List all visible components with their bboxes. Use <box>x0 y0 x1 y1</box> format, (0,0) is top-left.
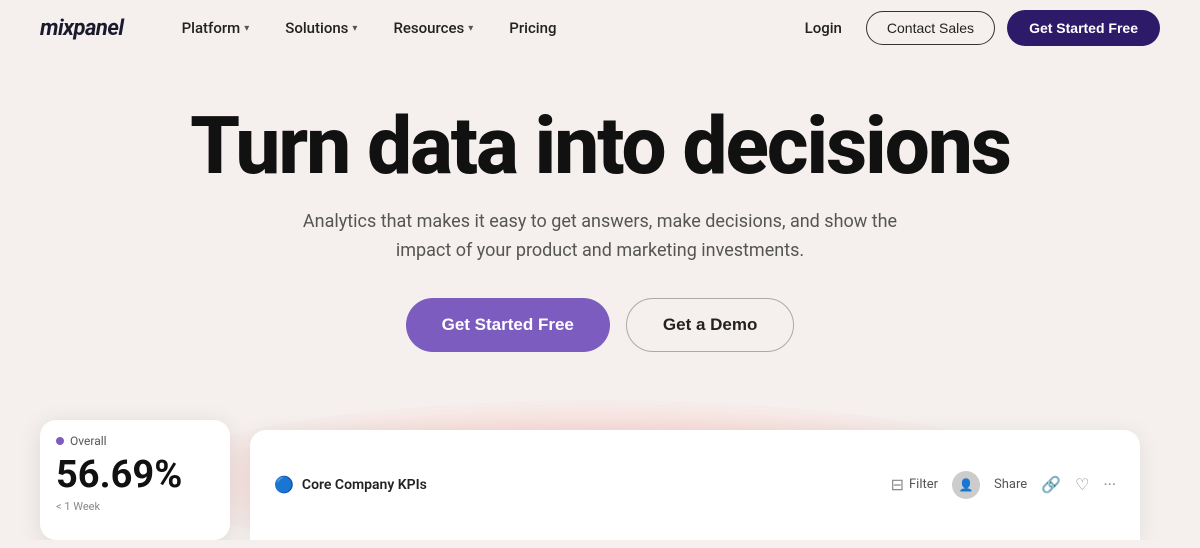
chevron-down-icon: ▾ <box>468 23 473 34</box>
contact-sales-button[interactable]: Contact Sales <box>866 11 995 45</box>
dashboard-icon: 🔵 <box>274 475 294 494</box>
hero-buttons: Get Started Free Get a Demo <box>40 298 1160 352</box>
dashboard-title: 🔵 Core Company KPIs <box>274 475 891 494</box>
more-options-icon[interactable]: ··· <box>1103 475 1116 494</box>
card-value: 56.69% <box>56 456 214 494</box>
nav-links: Platform ▾ Solutions ▾ Resources ▾ Prici… <box>164 11 793 45</box>
dashboard-actions: ⊟ Filter 👤 Share 🔗 ♡ ··· <box>891 471 1116 499</box>
kpi-card: Overall 56.69% < 1 Week <box>40 420 230 540</box>
dashboard-preview: Overall 56.69% < 1 Week 🔵 Core Company K… <box>0 400 1200 540</box>
card-period: < 1 Week <box>56 500 214 513</box>
hero-subtitle: Analytics that makes it easy to get answ… <box>280 208 920 266</box>
chevron-down-icon: ▾ <box>352 23 357 34</box>
nav-item-platform[interactable]: Platform ▾ <box>164 11 268 45</box>
nav-item-resources[interactable]: Resources ▾ <box>375 11 491 45</box>
card-dot-icon <box>56 437 64 445</box>
hero-section: Turn data into decisions Analytics that … <box>0 56 1200 352</box>
get-started-nav-button[interactable]: Get Started Free <box>1007 10 1160 46</box>
chevron-down-icon: ▾ <box>244 23 249 34</box>
heart-icon[interactable]: ♡ <box>1075 475 1089 494</box>
filter-icon: ⊟ <box>891 475 904 494</box>
nav-item-pricing[interactable]: Pricing <box>491 11 574 45</box>
nav-right: Login Contact Sales Get Started Free <box>793 10 1160 46</box>
filter-button[interactable]: ⊟ Filter <box>891 475 938 494</box>
nav-item-solutions[interactable]: Solutions ▾ <box>267 11 375 45</box>
card-label: Overall <box>56 434 214 448</box>
share-button[interactable]: Share <box>994 477 1027 492</box>
link-icon[interactable]: 🔗 <box>1041 475 1061 494</box>
hero-title: Turn data into decisions <box>40 104 1160 188</box>
navigation: mixpanel Platform ▾ Solutions ▾ Resource… <box>0 0 1200 56</box>
get-demo-button[interactable]: Get a Demo <box>626 298 794 352</box>
get-started-hero-button[interactable]: Get Started Free <box>406 298 610 352</box>
login-button[interactable]: Login <box>793 11 854 45</box>
logo[interactable]: mixpanel <box>40 16 124 41</box>
dashboard-main-panel: 🔵 Core Company KPIs ⊟ Filter 👤 Share 🔗 ♡… <box>250 430 1140 540</box>
avatar: 👤 <box>952 471 980 499</box>
